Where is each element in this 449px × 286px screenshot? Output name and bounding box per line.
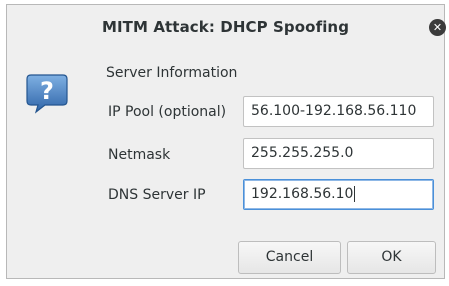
dns-server-ip-input[interactable]: 192.168.56.10: [243, 179, 434, 210]
dns-server-ip-value: 192.168.56.10: [251, 186, 354, 202]
ip-pool-input[interactable]: 56.100-192.168.56.110: [243, 96, 434, 127]
cancel-button[interactable]: Cancel: [238, 241, 341, 274]
text-caret: [354, 186, 356, 202]
title-bar[interactable]: MITM Attack: DHCP Spoofing ✕: [7, 5, 446, 49]
section-label-server-information: Server Information: [106, 65, 238, 81]
dns-server-ip-label: DNS Server IP: [108, 187, 206, 203]
netmask-input[interactable]: 255.255.255.0: [243, 138, 434, 169]
dhcp-spoofing-dialog: MITM Attack: DHCP Spoofing ✕ ? Server In…: [6, 4, 446, 279]
ip-pool-value: 56.100-192.168.56.110: [251, 103, 417, 119]
netmask-label: Netmask: [108, 147, 171, 163]
svg-text:?: ?: [40, 77, 54, 105]
dialog-title: MITM Attack: DHCP Spoofing: [101, 18, 350, 36]
netmask-value: 255.255.255.0: [251, 145, 354, 161]
close-icon[interactable]: ✕: [429, 19, 446, 36]
question-icon: ?: [26, 74, 68, 114]
ip-pool-label: IP Pool (optional): [108, 104, 227, 120]
ok-button[interactable]: OK: [347, 241, 436, 274]
